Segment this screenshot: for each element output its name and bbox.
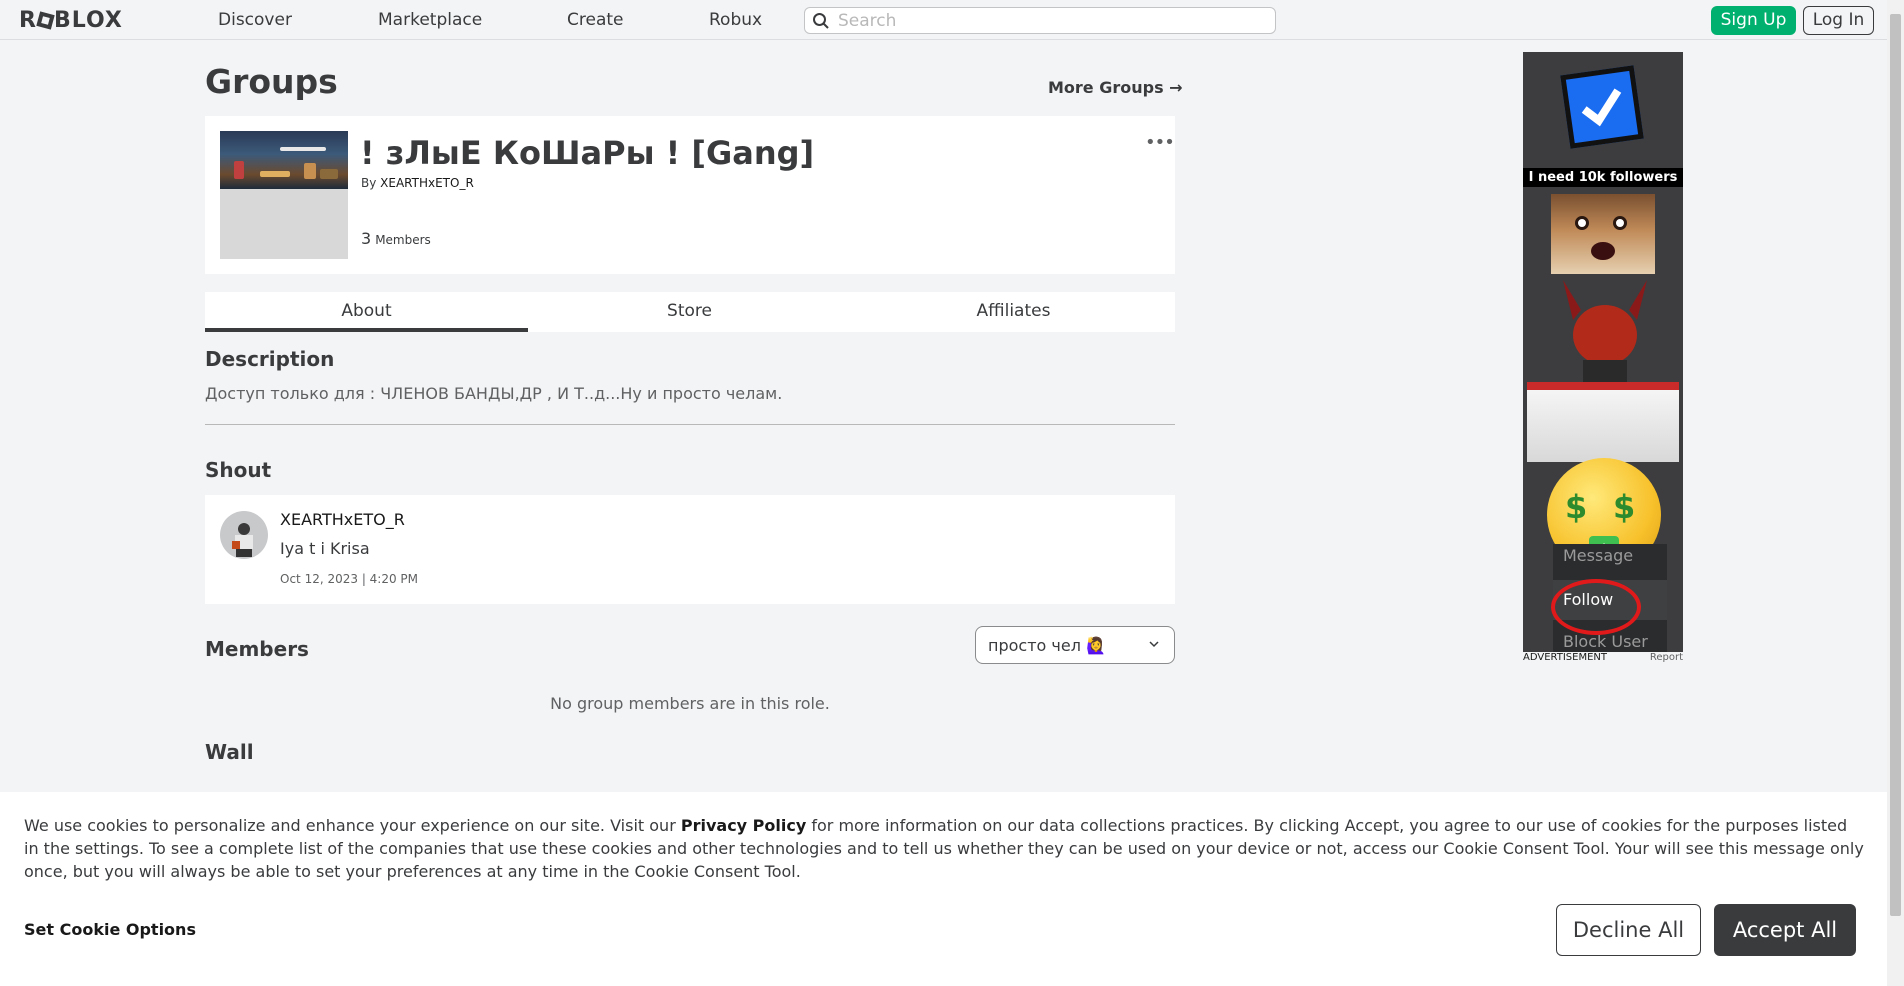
tab-about[interactable]: About — [205, 292, 528, 332]
shout-card: XEARTHxETO_R Iya t i Krisa Oct 12, 2023 … — [205, 495, 1175, 604]
ad-menu-message: Message — [1563, 546, 1634, 565]
group-by-label: By — [361, 176, 377, 190]
nav-discover[interactable]: Discover — [218, 10, 292, 30]
tab-store[interactable]: Store — [528, 292, 851, 332]
page-title: Groups — [205, 62, 338, 101]
verified-check-icon — [1560, 65, 1644, 149]
cookie-message: We use cookies to personalize and enhanc… — [24, 814, 1864, 883]
privacy-policy-link[interactable]: Privacy Policy — [681, 816, 806, 835]
log-in-button[interactable]: Log In — [1803, 6, 1874, 35]
group-header-card: ! зЛыЕ КоШаРы ! [Gang] By XEARTHxETO_R 3… — [205, 116, 1175, 274]
shout-avatar[interactable] — [220, 511, 268, 559]
advertisement-banner[interactable]: I need 10k followers $$ $ Message Follow… — [1523, 52, 1683, 652]
scrollbar-thumb[interactable] — [1890, 14, 1901, 916]
advertisement-label: ADVERTISEMENT — [1523, 652, 1608, 663]
ad-headline: I need 10k followers — [1523, 168, 1683, 187]
cookie-text-before: We use cookies to personalize and enhanc… — [24, 816, 681, 835]
description-text: Доступ только для : ЧЛЕНОВ БАНДЫ,ДР , И … — [205, 384, 783, 403]
members-empty-message: No group members are in this role. — [550, 694, 830, 713]
shout-heading: Shout — [205, 458, 272, 482]
shout-timestamp: Oct 12, 2023 | 4:20 PM — [280, 572, 419, 586]
group-emblem-image — [220, 131, 348, 189]
sign-up-button[interactable]: Sign Up — [1711, 6, 1796, 35]
role-dropdown[interactable]: просто чел 🙋‍♀️ — [975, 626, 1175, 664]
set-cookie-options-link[interactable]: Set Cookie Options — [24, 920, 196, 939]
description-heading: Description — [205, 347, 335, 371]
nav-create[interactable]: Create — [567, 10, 624, 30]
ad-footer: ADVERTISEMENT Report — [1523, 652, 1683, 663]
nav-marketplace[interactable]: Marketplace — [378, 10, 482, 30]
search-input[interactable] — [838, 10, 1258, 32]
role-selected-value: просто чел 🙋‍♀️ — [988, 636, 1106, 655]
section-divider — [205, 424, 1175, 425]
roblox-logo[interactable]: R BLOX — [19, 8, 123, 33]
member-count-label: Members — [375, 233, 431, 247]
search-icon — [813, 13, 829, 29]
group-owner-link[interactable]: XEARTHxETO_R — [380, 176, 474, 190]
page-scrollbar[interactable] — [1887, 0, 1904, 986]
search-box[interactable] — [804, 7, 1276, 34]
tab-affiliates[interactable]: Affiliates — [852, 292, 1175, 332]
ad-shocked-face-image — [1551, 194, 1655, 274]
chevron-down-icon — [1149, 641, 1159, 648]
report-ad-link[interactable]: Report — [1650, 652, 1683, 663]
ellipsis-icon[interactable]: ••• — [1145, 132, 1175, 153]
decline-all-button[interactable]: Decline All — [1556, 904, 1701, 956]
member-count: 3 Members — [361, 229, 431, 248]
group-emblem — [220, 131, 348, 259]
ad-highlight-circle — [1551, 579, 1641, 635]
nav-robux[interactable]: Robux — [709, 10, 762, 30]
wall-heading: Wall — [205, 740, 254, 764]
shout-message: Iya t i Krisa — [280, 539, 370, 558]
members-heading: Members — [205, 637, 309, 661]
shout-username[interactable]: XEARTHxETO_R — [280, 510, 405, 529]
more-groups-link[interactable]: More Groups → — [1048, 78, 1183, 97]
group-owner: By XEARTHxETO_R — [361, 176, 474, 190]
top-navigation: R BLOX Discover Marketplace Create Robux … — [0, 0, 1887, 40]
member-count-value: 3 — [361, 229, 372, 248]
group-tabs: About Store Affiliates — [205, 292, 1175, 332]
cookie-banner: We use cookies to personalize and enhanc… — [0, 792, 1887, 986]
accept-all-button[interactable]: Accept All — [1714, 904, 1856, 956]
ad-box-image — [1527, 382, 1679, 462]
group-name: ! зЛыЕ КоШаРы ! [Gang] — [360, 134, 815, 172]
